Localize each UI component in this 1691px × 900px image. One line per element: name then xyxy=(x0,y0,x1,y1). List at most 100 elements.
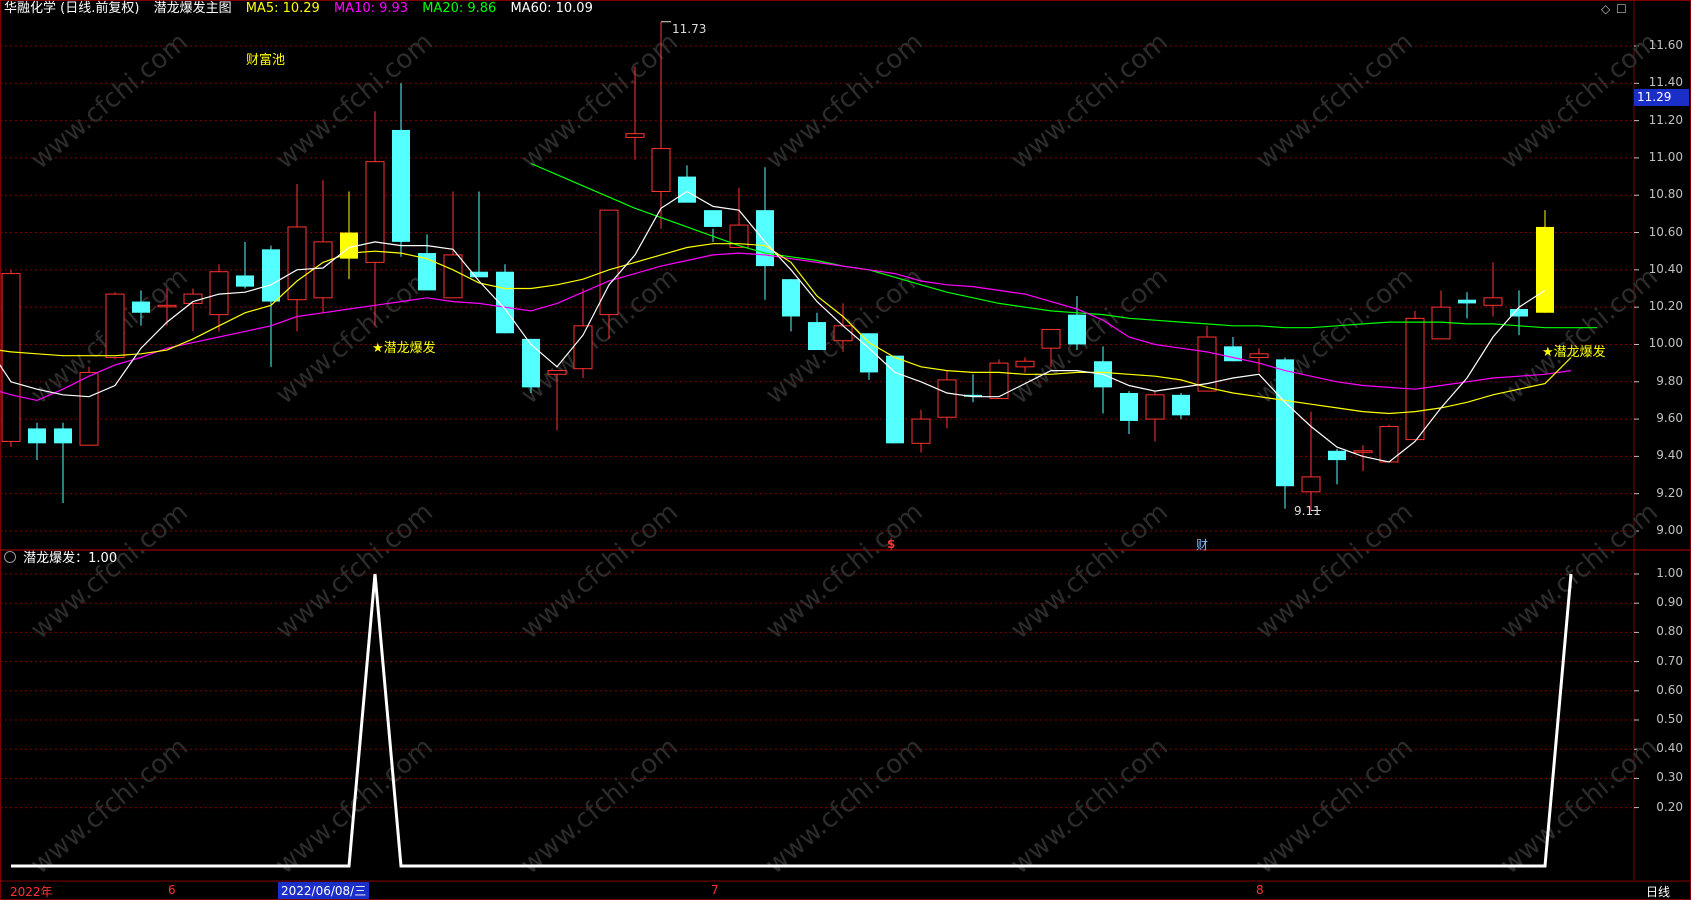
indicator-tick-label: 0.20 xyxy=(1656,799,1683,814)
signal-label-1: ★潜龙爆发 xyxy=(372,341,436,356)
current-price-tag: 11.29 xyxy=(1634,89,1689,106)
watermark-text: www.cfchi.com xyxy=(760,27,929,175)
price-tick-label: 10.80 xyxy=(1648,187,1683,202)
candle-body xyxy=(1458,299,1476,304)
candle-body xyxy=(860,333,878,373)
watermark-text: www.cfchi.com xyxy=(760,732,929,880)
watermark-text: www.cfchi.com xyxy=(1250,27,1419,175)
ma10-value: MA10: 9.93 xyxy=(333,1,409,16)
candle-body xyxy=(625,133,645,138)
price-tick-label: 10.00 xyxy=(1648,336,1683,351)
stock-title[interactable]: 华融化学 (日线.前复权) xyxy=(4,1,139,16)
indicator-tick-label: 0.70 xyxy=(1656,653,1683,668)
candle-body xyxy=(105,293,125,359)
indicator-tick-label: 0.50 xyxy=(1656,712,1683,726)
candle-body xyxy=(1276,359,1294,487)
indicator-panel-title: 潜龙爆发：1.00 xyxy=(4,550,117,568)
candle-body xyxy=(443,254,463,299)
watermark-text: www.cfchi.com xyxy=(1005,732,1174,880)
signal-label-2: ★潜龙爆发 xyxy=(1542,345,1606,360)
indicator-tick-label: 0.80 xyxy=(1656,624,1683,639)
candle-body xyxy=(1249,353,1269,359)
date-label-year: 2022年 xyxy=(10,885,53,899)
indicator-tick-label: 0.40 xyxy=(1656,741,1683,756)
high-price-marker: 11.73 xyxy=(672,22,707,36)
price-tick-label: 9.00 xyxy=(1656,523,1683,537)
indicator-tick-label: 0.90 xyxy=(1656,595,1683,610)
candle-body xyxy=(1483,297,1503,306)
candle-body xyxy=(833,325,853,342)
price-tick-label: 9.20 xyxy=(1656,485,1683,500)
settings-diamond-icon[interactable]: ◇ xyxy=(1601,2,1610,16)
caifuchi-label: 财富池 xyxy=(246,53,286,68)
candle-body xyxy=(1015,360,1035,368)
price-tick-label: 10.60 xyxy=(1648,224,1683,239)
candle-body xyxy=(236,275,254,287)
candle-body xyxy=(782,279,800,317)
indicator-toggle-icon[interactable] xyxy=(4,551,16,563)
watermark-text: www.cfchi.com xyxy=(515,732,684,880)
indicator-tick-label: 0.60 xyxy=(1656,682,1683,697)
chart-frame xyxy=(0,0,1691,900)
chart-header: 华融化学 (日线.前复权) 潜龙爆发主图 MA5: 10.29 MA10: 9.… xyxy=(4,0,593,18)
candle-body xyxy=(756,210,774,267)
candle-body xyxy=(547,370,567,375)
candle-body xyxy=(1405,317,1425,441)
watermark-text: www.cfchi.com xyxy=(270,27,439,175)
watermark-text: www.cfchi.com xyxy=(1005,27,1174,175)
date-bar: 2022年 6 2022/06/08/三 7 8 日线 xyxy=(0,882,1691,900)
candle-body xyxy=(287,226,307,301)
candle-body xyxy=(1068,314,1086,345)
price-tick-label: 11.40 xyxy=(1648,75,1683,90)
date-label-month-8: 8 xyxy=(1256,883,1264,897)
candle-body xyxy=(392,129,410,242)
indicator-name[interactable]: 潜龙爆发主图 xyxy=(154,1,232,16)
watermark-text: www.cfchi.com xyxy=(1250,497,1419,645)
candle-body xyxy=(704,210,722,227)
watermark-text: www.cfchi.com xyxy=(1005,262,1174,410)
indicator-tick-label: 1.00 xyxy=(1656,566,1683,580)
candle-body xyxy=(1120,392,1138,421)
price-tick-label: 11.00 xyxy=(1648,149,1683,164)
date-label-month-6: 6 xyxy=(168,883,176,897)
candle-body xyxy=(911,418,931,444)
date-label-month-7: 7 xyxy=(711,883,719,897)
candle-body xyxy=(678,176,696,203)
candle-body xyxy=(365,161,385,263)
close-box-icon[interactable]: ☐ xyxy=(1616,2,1627,16)
candle-body xyxy=(886,355,904,444)
indicator-title-text: 潜龙爆发：1.00 xyxy=(23,551,118,566)
candle-body xyxy=(28,428,46,444)
candle-body xyxy=(1172,394,1190,416)
watermark-text: www.cfchi.com xyxy=(515,497,684,645)
candle-body xyxy=(1301,476,1321,493)
candle-body xyxy=(132,301,150,313)
candle-body xyxy=(808,322,826,351)
watermark-text: www.cfchi.com xyxy=(1250,732,1419,880)
price-tick-label: 11.20 xyxy=(1648,112,1683,127)
low-price-marker: 9.11 xyxy=(1294,504,1321,518)
ma5-value: MA5: 10.29 xyxy=(245,1,320,16)
price-tick-label: 9.40 xyxy=(1656,448,1683,463)
candle-body xyxy=(651,148,671,193)
indicator-tick-label: 0.30 xyxy=(1656,770,1683,785)
candle-body xyxy=(937,379,957,418)
candle-body xyxy=(1,273,21,442)
ma60-value: MA60: 10.09 xyxy=(510,1,593,16)
watermark-text: www.cfchi.com xyxy=(25,497,194,645)
candle-body xyxy=(599,209,619,316)
candle-body xyxy=(313,241,333,299)
price-tick-label: 9.80 xyxy=(1656,373,1683,388)
candle-body xyxy=(1145,394,1165,420)
dollar-marker[interactable]: $ xyxy=(887,537,895,551)
watermark-text: www.cfchi.com xyxy=(760,497,929,645)
watermark-text: www.cfchi.com xyxy=(25,732,194,880)
watermark-text: www.cfchi.com xyxy=(270,497,439,645)
candle-body xyxy=(1353,450,1373,453)
cai-marker[interactable]: 财 xyxy=(1196,536,1208,553)
candle-body xyxy=(1536,226,1554,313)
kline-chart[interactable]: www.cfchi.com www.cfchi.com www.cfchi.com w… xyxy=(0,0,1691,900)
watermark-text: www.cfchi.com xyxy=(25,27,194,175)
period-label[interactable]: 日线 xyxy=(1646,883,1670,900)
candle-body xyxy=(79,371,99,446)
